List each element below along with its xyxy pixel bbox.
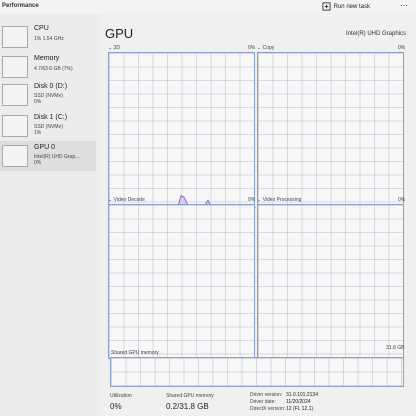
more-options-icon[interactable]: ⋯ [400,1,408,10]
driver-version-key: Driver version: [250,392,283,398]
memory-thumbnail-graph [2,56,28,78]
sidebar-item-usage: 0% [34,99,42,105]
graph-percent-3d: 0% [248,45,256,51]
title-bar: Performance Run new task ⋯ [0,0,416,14]
run-new-task-button[interactable]: Run new task [322,1,370,12]
graph-3d [108,52,256,208]
run-new-task-label: Run new task [333,3,370,10]
driver-date-key: Driver date: [250,399,276,405]
run-task-icon [322,2,331,11]
gpu-detail-panel: GPU Intel(R) UHD Graphics ⌄ 3D 0% ⌄ Copy… [100,14,416,416]
cpu-thumbnail-graph [2,26,28,48]
utilization-value: 0% [110,402,122,411]
sidebar-item-label: Disk 1 (C:) [34,114,68,121]
graph-selector-3d[interactable]: ⌄ 3D [108,45,120,51]
directx-version-key: DirectX version: [250,406,286,412]
sidebar-item-usage: 0% [34,160,42,166]
shared-memory-graph [110,357,404,387]
gpu-model-name: Intel(R) UHD Graphics [345,31,406,37]
graph-percent-copy: 0% [398,45,406,51]
disk0-thumbnail-graph [2,84,28,106]
sidebar-item-memory[interactable]: Memory 4.7/63.6 GB (7%) [0,52,96,82]
sidebar-item-gpu0[interactable]: GPU 0 Intel(R) UHD Grap... 0% [0,141,96,171]
sidebar: CPU 1% 1.54 GHz Memory 4.7/63.6 GB (7%) … [0,14,98,416]
page-title: GPU [105,26,134,41]
graph-video-decode [108,204,255,359]
3d-usage-chart [109,194,256,208]
sidebar-item-label: GPU 0 [34,144,56,151]
graph-percent-video-decode: 0% [248,197,256,203]
utilization-label: Utilization [110,393,132,399]
graph-selector-video-processing[interactable]: ⌄ Video Processing [257,197,301,203]
shared-memory-max: 31.8 GB [386,345,405,351]
sidebar-item-label: Disk 0 (D:) [34,83,68,90]
app-title: Performance [2,3,39,9]
driver-version-value: 31.0.101.2134 [286,392,318,398]
gpu0-thumbnail-graph [2,145,28,167]
directx-version-value: 12 (FL 12.1) [286,406,314,412]
sidebar-item-usage: 1% [34,130,42,136]
graph-video-processing [257,204,404,359]
graph-copy [257,52,404,207]
sidebar-item-sub: 1% 1.54 GHz [34,36,64,42]
sidebar-item-disk0[interactable]: Disk 0 (D:) SSD (NVMe) 0% [0,80,96,110]
sidebar-item-label: CPU [34,25,49,32]
graph-percent-video-processing: 0% [398,197,406,203]
sidebar-item-disk1[interactable]: Disk 1 (C:) SSD (NVMe) 1% [0,111,96,141]
driver-date-value: 11/20/2024 [286,399,311,405]
disk1-thumbnail-graph [2,115,28,137]
sidebar-item-label: Memory [34,55,60,62]
sidebar-item-sub: 4.7/63.6 GB (7%) [34,66,73,72]
sidebar-item-cpu[interactable]: CPU 1% 1.54 GHz [0,22,96,52]
graph-selector-copy[interactable]: ⌄ Copy [257,45,274,51]
graph-selector-video-decode[interactable]: ⌄ Video Decode [108,197,145,203]
shared-memory-label: Shared GPU memory [111,350,159,356]
shared-memory-stat-label: Shared GPU memory [166,393,214,399]
shared-memory-stat-value: 0.2/31.8 GB [166,402,209,411]
